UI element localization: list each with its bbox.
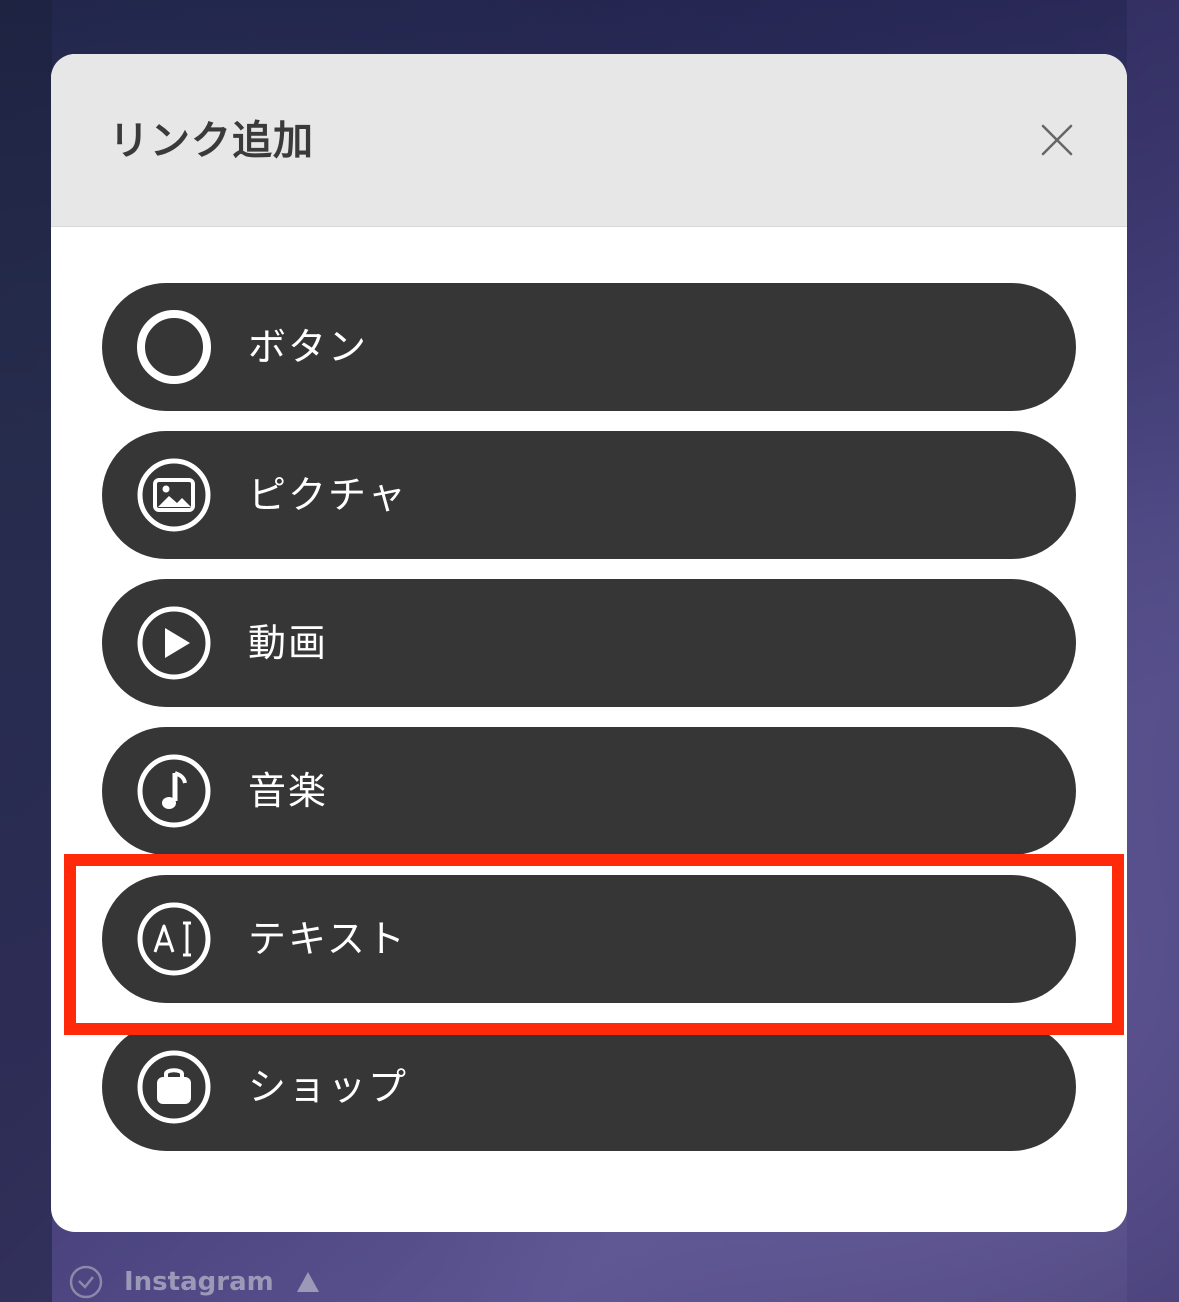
link-type-text[interactable]: テキスト [102,875,1076,1003]
background-building [1127,0,1179,1302]
item-label: ショップ [248,1065,409,1109]
triangle-up-icon [296,1272,319,1292]
item-label: ピクチャ [248,473,408,517]
link-type-list: ボタン ピクチャ 動画 音楽 テキスト ショップ [102,283,1076,1171]
item-label: 動画 [248,621,329,665]
item-label: 音楽 [248,769,329,813]
link-type-music[interactable]: 音楽 [102,727,1076,855]
item-label: テキスト [248,917,407,961]
link-type-button[interactable]: ボタン [102,283,1076,411]
play-icon [137,606,211,680]
link-type-video[interactable]: 動画 [102,579,1076,707]
modal-header: リンク追加 [51,54,1127,227]
music-note-icon [137,754,211,828]
item-label: ボタン [248,325,369,369]
instagram-label: Instagram [124,1267,274,1297]
check-circle-icon [69,1265,103,1299]
image-icon [137,458,211,532]
background-building [0,0,52,1302]
shopping-bag-icon [137,1050,211,1124]
add-link-modal: リンク追加 ボタン ピクチャ 動画 音楽 テキスト ショップ [51,54,1127,1232]
close-icon [1041,124,1073,156]
background-footer: Instagram [68,1262,320,1302]
link-type-picture[interactable]: ピクチャ [102,431,1076,559]
link-type-shop[interactable]: ショップ [102,1023,1076,1151]
text-icon [137,902,211,976]
circle-icon [137,310,211,384]
modal-title: リンク追加 [109,118,314,164]
close-button[interactable] [1037,120,1077,160]
